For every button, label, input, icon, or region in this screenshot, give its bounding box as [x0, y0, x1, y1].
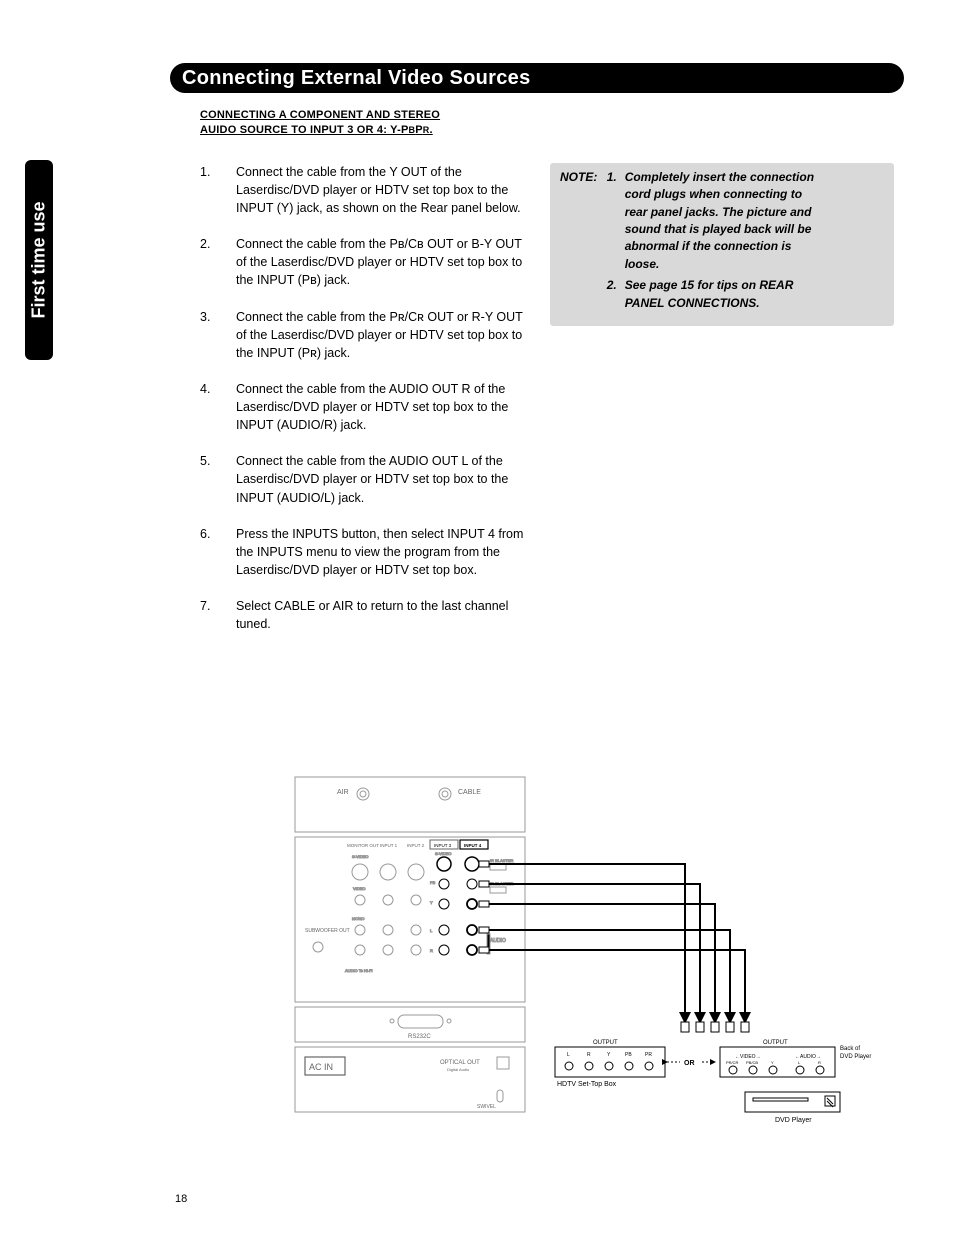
diag-input3: INPUT 3 [434, 843, 452, 848]
step-item: Connect the cable from the Pʀ/Cʀ OUT or … [200, 308, 530, 362]
diag-dvd-l: L [798, 1060, 801, 1065]
step-item: Connect the cable from the Y OUT of the … [200, 163, 530, 217]
diag-stb-pr: PR [645, 1052, 652, 1058]
diag-video-lbl: VIDEO [353, 886, 365, 891]
diag-rs232c: RS232C [408, 1034, 431, 1040]
diag-mono-lbl: MONO [352, 916, 364, 921]
note-item: See page 15 for tips on REAR PANEL CONNE… [607, 277, 827, 312]
diag-input4: INPUT 4 [464, 843, 482, 848]
diag-input1: INPUT 1 [380, 843, 398, 848]
diag-stb-r: R [587, 1052, 591, 1058]
section-heading-line2e: . [429, 124, 432, 136]
side-chapter-label: First time use [29, 201, 50, 318]
diag-dvd-caption: DVD Player [775, 1117, 812, 1124]
page-title-text: Connecting External Video Sources [182, 67, 531, 89]
step-item: Press the INPUTS button, then select INP… [200, 525, 530, 579]
diag-stb-y: Y [607, 1052, 611, 1058]
diag-audio-lbl: AUDIO [490, 938, 506, 944]
diag-cable: CABLE [458, 789, 481, 796]
diag-stb-caption: HDTV Set-Top Box [557, 1081, 617, 1088]
step-item: Connect the cable from the AUDIO OUT R o… [200, 380, 530, 434]
diag-dvd-y: Y [771, 1060, 774, 1065]
diag-stb-l: L [567, 1052, 570, 1058]
diag-r: R [430, 948, 433, 953]
steps-list: Connect the cable from the Y OUT of the … [200, 163, 530, 634]
diag-air: AIR [337, 789, 349, 796]
diag-svideo-lbl: S-VIDEO [352, 854, 368, 859]
step-item: Select CABLE or AIR to return to the las… [200, 597, 530, 633]
diag-audio-hifi: AUDIO To Hi-Fi [345, 968, 373, 973]
step-item: Connect the cable from the Pʙ/Cʙ OUT or … [200, 235, 530, 289]
diag-optical: OPTICAL OUT [440, 1060, 480, 1066]
content-area: CONNECTING A COMPONENT AND STEREO AUIDO … [200, 108, 894, 651]
section-heading-line2a: AUIDO SOURCE TO INPUT 3 OR 4: Y-P [200, 124, 409, 136]
diag-dvd-output: OUTPUT [763, 1040, 788, 1046]
diag-svideo-lbl2: S-VIDEO [435, 851, 451, 856]
diag-dvd-back-caption: Back ofDVD Player [840, 1046, 871, 1060]
diag-l: L [430, 928, 433, 933]
step-item: Connect the cable from the AUDIO OUT L o… [200, 452, 530, 506]
diag-dvd-pbcb: PB/CB [746, 1060, 758, 1065]
diag-stb-pb: PB [625, 1052, 632, 1058]
diag-monitor-out: MONITOR OUT [347, 843, 379, 848]
connection-diagram: AIR CABLE MONITOR OUT INPUT 1 INPUT 2 IN… [285, 772, 875, 1142]
diag-stb-output: OUTPUT [593, 1040, 618, 1046]
page-title-bar: Connecting External Video Sources [170, 63, 904, 93]
diag-subwoofer: SUBWOOFER OUT [305, 928, 350, 934]
diag-ac-in: AC IN [309, 1062, 333, 1072]
section-heading: CONNECTING A COMPONENT AND STEREO AUIDO … [200, 108, 894, 139]
diag-y: Y [430, 900, 433, 905]
side-chapter-tab: First time use [25, 160, 53, 360]
note-box: NOTE: Completely insert the connection c… [550, 163, 894, 326]
diag-digital-audio: Digital Audio [447, 1067, 470, 1072]
diag-dvd-prcr: PR/CR [726, 1060, 739, 1065]
diag-irblaster1: IR BLASTER [490, 858, 513, 863]
page-number: 18 [175, 1193, 187, 1205]
note-item: Completely insert the connection cord pl… [607, 169, 827, 273]
diag-pb: PB [430, 880, 436, 885]
diag-input2: INPUT 2 [407, 843, 425, 848]
section-heading-line1: CONNECTING A COMPONENT AND STEREO [200, 109, 440, 121]
diag-swivel: SWIVEL [477, 1104, 496, 1110]
section-heading-line2c: P [415, 124, 423, 136]
diag-or: OR [684, 1060, 695, 1067]
diag-dvd-r: R [818, 1060, 821, 1065]
